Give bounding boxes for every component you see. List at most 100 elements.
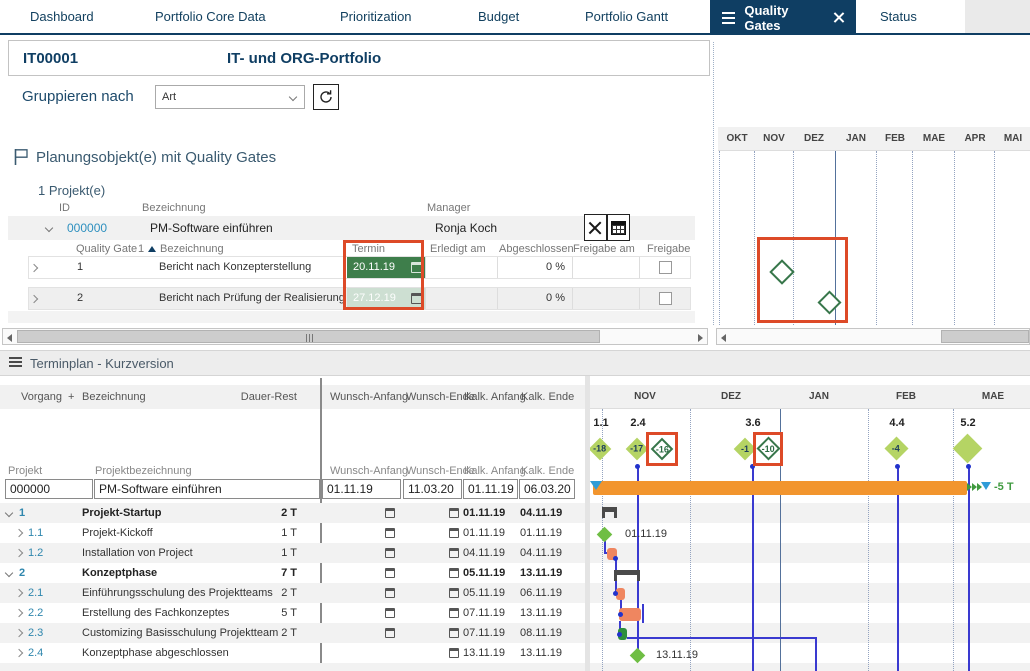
milestone-label: 3.6 xyxy=(745,417,761,429)
expand-icon[interactable] xyxy=(14,608,24,618)
calendar-icon[interactable] xyxy=(385,548,395,558)
calendar-icon[interactable] xyxy=(449,568,459,578)
expand-icon[interactable] xyxy=(29,263,39,273)
wish-end-field[interactable]: 11.03.20 xyxy=(403,479,462,499)
summary-bar-2[interactable] xyxy=(614,570,640,581)
terminplan-header-bar: Terminplan - Kurzversion xyxy=(0,350,1030,376)
task-row[interactable]: 2.2 Erstellung des Fachkonzeptes 5 T 07.11… xyxy=(0,603,585,623)
task-row[interactable]: 2.1 Einführungsschulung des Projektteams 2… xyxy=(0,583,585,603)
task-milestone-1-1[interactable] xyxy=(596,526,613,543)
task-milestone-2-4[interactable] xyxy=(629,647,646,664)
tab-status[interactable]: Status xyxy=(880,0,917,33)
task-row[interactable]: 1.1 Projekt-Kickoff 1 T 01.11.19 01.11.19 xyxy=(0,523,585,543)
wish-start-field[interactable]: 01.11.19 xyxy=(322,479,401,499)
calc-start-field[interactable]: 01.11.19 xyxy=(463,479,518,499)
scroll-left-icon[interactable] xyxy=(7,334,12,342)
task-row[interactable]: 1 Projekt-Startup 2 T 01.11.19 04.11.19 xyxy=(0,503,585,523)
gantt-month-header: OKT NOV DEZ JAN FEB MAE APR MAI xyxy=(718,127,1030,151)
tab-budget[interactable]: Budget xyxy=(478,0,519,33)
scroll-right-icon[interactable] xyxy=(698,334,703,342)
approval-checkbox[interactable] xyxy=(659,292,672,305)
close-tab-icon[interactable] xyxy=(833,12,844,23)
task-row[interactable]: 2 Konzeptphase 7 T 05.11.19 13.11.19 xyxy=(0,563,585,583)
scrollbar-thumb[interactable] xyxy=(17,330,600,343)
col-bezeichnung[interactable]: Bezeichnung xyxy=(82,391,146,403)
flag-icon xyxy=(14,149,28,165)
calendar-icon[interactable] xyxy=(449,508,459,518)
expand-icon[interactable] xyxy=(14,528,24,538)
calendar-icon[interactable] xyxy=(449,628,459,638)
connector-line xyxy=(815,637,817,671)
calendar-icon[interactable] xyxy=(449,548,459,558)
project-name-field[interactable]: PM-Software einführen xyxy=(94,479,320,499)
tab-quality-gates[interactable]: Quality Gates xyxy=(710,0,856,35)
calendar-icon[interactable] xyxy=(385,508,395,518)
collapse-icon[interactable] xyxy=(44,223,54,233)
task-row[interactable]: 1.2 Installation von Project 1 T 04.11.19 0… xyxy=(0,543,585,563)
calendar-icon[interactable] xyxy=(385,628,395,638)
tab-bar: Dashboard Portfolio Core Data Prioritiza… xyxy=(0,0,1030,35)
highlight-rect-qg1 xyxy=(646,432,678,466)
calendar-icon[interactable] xyxy=(449,528,459,538)
milestone-date-label: 01.11.19 xyxy=(625,528,668,540)
expand-icon[interactable] xyxy=(29,294,39,304)
calendar-icon[interactable] xyxy=(449,588,459,598)
tab-portfolio-core-data[interactable]: Portfolio Core Data xyxy=(155,0,266,33)
panel-splitter[interactable] xyxy=(713,42,714,325)
calendar-icon[interactable] xyxy=(449,648,459,658)
quality-gate-gantt: OKT NOV DEZ JAN FEB MAE APR MAI xyxy=(718,127,1030,325)
expand-icon[interactable] xyxy=(14,548,24,558)
gcol-sort[interactable]: 1 xyxy=(138,243,144,255)
task-row[interactable]: 2.4 Konzeptphase abgeschlossen 13.11.19 13… xyxy=(0,643,585,663)
col-vorgang[interactable]: Vorgang xyxy=(21,391,62,403)
calendar-icon[interactable] xyxy=(449,608,459,618)
highlight-rect-termin xyxy=(343,240,424,310)
project-bar[interactable] xyxy=(593,481,967,495)
sort-asc-icon xyxy=(148,246,156,252)
project-id-field[interactable]: 000000 xyxy=(5,479,93,499)
col-kalk-ende[interactable]: Kalk. Ende xyxy=(521,391,574,403)
collapse-icon[interactable] xyxy=(4,508,14,518)
expand-icon[interactable] xyxy=(14,588,24,598)
col-wunsch-anfang[interactable]: Wunsch-Anfang xyxy=(330,391,408,403)
gcol-name: Bezeichnung xyxy=(160,243,224,255)
refresh-button[interactable] xyxy=(313,84,339,110)
terminplan-title: Terminplan - Kurzversion xyxy=(30,356,174,371)
group-by-select[interactable]: Art xyxy=(155,85,305,109)
tab-portfolio-gantt[interactable]: Portfolio Gantt xyxy=(585,0,668,33)
scrollbar-grip xyxy=(306,334,314,342)
calendar-button[interactable] xyxy=(607,214,630,241)
project-id-link[interactable]: 000000 xyxy=(67,221,107,235)
col-dauer-rest[interactable]: Dauer-Rest xyxy=(240,391,297,403)
calc-end-field[interactable]: 06.03.20 xyxy=(519,479,575,499)
h-scrollbar-right[interactable] xyxy=(716,328,1030,345)
scroll-left-icon[interactable] xyxy=(721,334,726,342)
tab-dashboard[interactable]: Dashboard xyxy=(30,0,94,33)
calendar-icon[interactable] xyxy=(385,528,395,538)
menu-icon[interactable] xyxy=(722,11,736,14)
milestone-diamond-2-4[interactable]: -17 xyxy=(625,437,649,461)
expand-icon[interactable] xyxy=(14,628,24,638)
task-row[interactable]: 2.3 Customizing Basisschulung Projektteam… xyxy=(0,623,585,643)
col-kalk-anfang[interactable]: Kalk. Anfang xyxy=(464,391,526,403)
month-label: FEB xyxy=(885,133,905,144)
calendar-icon[interactable] xyxy=(385,608,395,618)
collapse-icon[interactable] xyxy=(4,568,14,578)
calendar-icon[interactable] xyxy=(385,588,395,598)
milestone-diamond-5-2[interactable] xyxy=(952,433,983,464)
terminplan-gantt: NOV DEZ JAN FEB MAE 1.1 2.4 3.6 4.4 5.2 … xyxy=(590,376,1030,671)
milestone-diamond-4-4[interactable]: -4 xyxy=(884,436,909,461)
delete-button[interactable] xyxy=(584,214,607,241)
approval-checkbox[interactable] xyxy=(659,261,672,274)
h-scrollbar-left[interactable] xyxy=(2,328,708,345)
menu-icon[interactable] xyxy=(9,357,22,359)
calendar-icon[interactable] xyxy=(385,568,395,578)
milestone-diamond-1-1[interactable]: -18 xyxy=(590,437,612,461)
milestone-line xyxy=(752,466,754,671)
expand-icon[interactable] xyxy=(14,648,24,658)
scrollbar-thumb[interactable] xyxy=(941,330,1029,343)
month-label: DEZ xyxy=(804,133,824,144)
add-column-icon[interactable]: + xyxy=(68,391,74,403)
tab-prioritization[interactable]: Prioritization xyxy=(340,0,412,33)
summary-bar-1[interactable] xyxy=(602,507,617,518)
